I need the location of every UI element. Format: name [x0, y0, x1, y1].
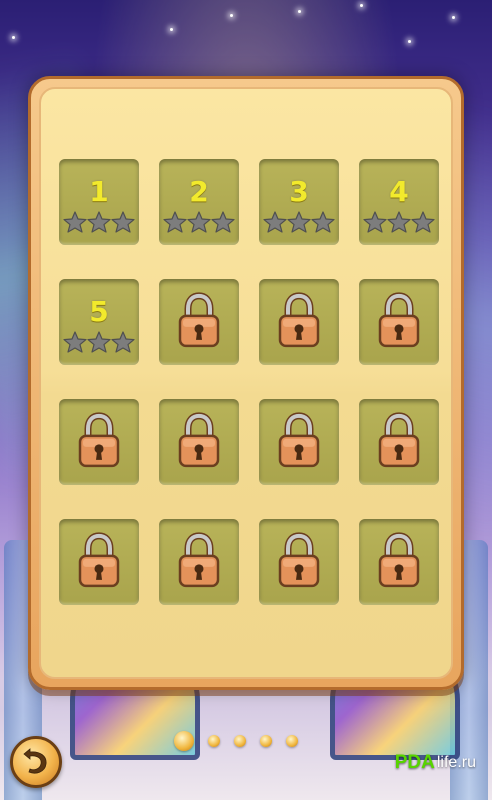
padlock-icon — [376, 412, 422, 470]
level-grid: 1 2 3 4 5 — [59, 159, 439, 605]
page-dot[interactable] — [234, 735, 246, 747]
level-number: 4 — [389, 175, 409, 208]
level-select-panel: 1 2 3 4 5 — [28, 76, 464, 690]
back-button[interactable] — [10, 736, 62, 788]
level-tile[interactable]: 2 — [159, 159, 239, 245]
sky-star — [298, 10, 301, 13]
page-indicator — [174, 731, 298, 751]
star-icon — [363, 211, 387, 237]
level-tile-locked[interactable] — [59, 519, 139, 605]
level-tile-locked[interactable] — [259, 519, 339, 605]
sky-star — [408, 40, 411, 43]
sky-star — [452, 16, 455, 19]
star-icon — [63, 331, 87, 357]
padlock-icon — [376, 532, 422, 590]
level-tile[interactable]: 5 — [59, 279, 139, 365]
level-tile[interactable]: 1 — [59, 159, 139, 245]
page-dot[interactable] — [286, 735, 298, 747]
level-tile[interactable]: 4 — [359, 159, 439, 245]
level-select-panel-inner: 1 2 3 4 5 — [39, 87, 453, 679]
watermark-text: life.ru — [436, 754, 476, 771]
star-icon — [111, 211, 135, 237]
back-arrow-icon — [21, 745, 51, 779]
padlock-icon — [76, 532, 122, 590]
level-tile-locked[interactable] — [359, 519, 439, 605]
padlock-icon — [276, 292, 322, 350]
level-stars — [59, 211, 139, 237]
page-dot[interactable] — [208, 735, 220, 747]
level-tile-locked[interactable] — [359, 399, 439, 485]
star-icon — [111, 331, 135, 357]
level-tile-locked[interactable] — [159, 279, 239, 365]
padlock-icon — [376, 292, 422, 350]
level-tile-locked[interactable] — [59, 399, 139, 485]
level-tile-locked[interactable] — [259, 279, 339, 365]
padlock-icon — [276, 532, 322, 590]
watermark: PDA life.ru — [395, 752, 476, 774]
page-dot[interactable] — [260, 735, 272, 747]
star-icon — [63, 211, 87, 237]
star-icon — [211, 211, 235, 237]
star-icon — [163, 211, 187, 237]
level-tile-locked[interactable] — [359, 279, 439, 365]
padlock-icon — [176, 292, 222, 350]
level-tile-locked[interactable] — [159, 399, 239, 485]
star-icon — [411, 211, 435, 237]
star-icon — [187, 211, 211, 237]
star-icon — [387, 211, 411, 237]
level-stars — [259, 211, 339, 237]
padlock-icon — [276, 412, 322, 470]
level-stars — [159, 211, 239, 237]
star-icon — [87, 211, 111, 237]
star-icon — [311, 211, 335, 237]
level-stars — [359, 211, 439, 237]
level-number: 3 — [289, 175, 309, 208]
star-icon — [287, 211, 311, 237]
padlock-icon — [176, 532, 222, 590]
level-tile-locked[interactable] — [159, 519, 239, 605]
level-number: 1 — [89, 175, 109, 208]
level-number: 5 — [89, 295, 109, 328]
sky-star — [12, 36, 15, 39]
watermark-logo: PDA — [394, 752, 435, 773]
level-number: 2 — [189, 175, 209, 208]
sky-star — [230, 14, 233, 17]
star-icon — [263, 211, 287, 237]
sky-star — [170, 28, 173, 31]
level-tile[interactable]: 3 — [259, 159, 339, 245]
padlock-icon — [176, 412, 222, 470]
level-tile-locked[interactable] — [259, 399, 339, 485]
sky-star — [360, 4, 363, 7]
padlock-icon — [76, 412, 122, 470]
star-icon — [87, 331, 111, 357]
level-stars — [59, 331, 139, 357]
page-dot-active[interactable] — [174, 731, 194, 751]
